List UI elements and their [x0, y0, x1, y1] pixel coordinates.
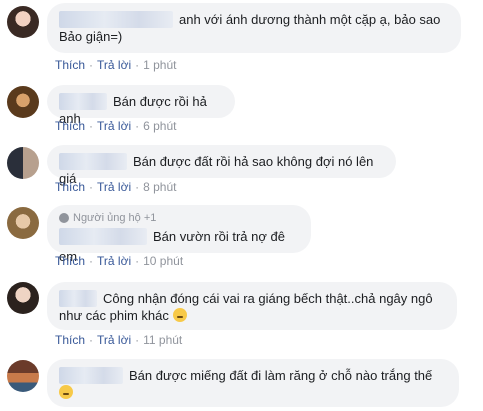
avatar[interactable] [7, 86, 39, 118]
redacted-name [59, 290, 97, 307]
supporter-label: Người ủng hộ +1 [73, 212, 157, 224]
comment-text-line2: Bảo giận=) [59, 29, 123, 44]
timestamp[interactable]: 10 phút [143, 254, 183, 268]
avatar[interactable] [7, 6, 39, 38]
reply-link[interactable]: Trả lời [97, 58, 131, 72]
comment-actions: Thích · Trả lời · 8 phút [55, 180, 177, 194]
like-link[interactable]: Thích [55, 333, 85, 347]
like-link[interactable]: Thích [55, 119, 85, 133]
redacted-name [59, 367, 123, 384]
comment-text: anh với ánh dương thành một cặp ạ, bảo s… [179, 12, 441, 27]
avatar[interactable] [7, 282, 39, 314]
supporter-badge: Người ủng hộ +1 [59, 211, 299, 225]
comment-bubble: anh với ánh dương thành một cặp ạ, bảo s… [47, 3, 461, 53]
comment-actions: Thích · Trả lời · 1 phút [55, 58, 177, 72]
sad-emoji-icon [59, 385, 73, 399]
comment-actions: Thích · Trả lời · 10 phút [55, 254, 184, 268]
reply-link[interactable]: Trả lời [97, 119, 131, 133]
comment-bubble: Công nhận đóng cái vai ra giáng bếch thậ… [47, 282, 457, 330]
comment-bubble: Bán được đất rồi hả sao không đợi nó lên… [47, 145, 396, 186]
redacted-name [59, 228, 147, 245]
like-link[interactable]: Thích [55, 58, 85, 72]
timestamp[interactable]: 1 phút [143, 58, 176, 72]
redacted-name [59, 93, 107, 110]
comment-actions: Thích · Trả lời · 6 phút [55, 119, 177, 133]
avatar[interactable] [7, 147, 39, 179]
comment-bubble: Bán được rồi hả anh [47, 85, 235, 126]
comment-bubble: Người ủng hộ +1 Bán vườn rồi trả nợ đê e… [47, 205, 311, 264]
comment-text-line2: như các phim khác [59, 308, 169, 323]
timestamp[interactable]: 6 phút [143, 119, 176, 133]
avatar[interactable] [7, 207, 39, 239]
comment-actions: Thích · Trả lời · 11 phút [55, 333, 183, 347]
reply-link[interactable]: Trả lời [97, 333, 131, 347]
laughing-emoji-icon [172, 308, 187, 322]
like-link[interactable]: Thích [55, 180, 85, 194]
comment-text: Công nhận đóng cái vai ra giáng bếch thậ… [103, 291, 433, 306]
reply-link[interactable]: Trả lời [97, 180, 131, 194]
comment-text: Bán được miếng đất đi làm răng ở chỗ nào… [129, 368, 433, 383]
comment-bubble: Bán được miếng đất đi làm răng ở chỗ nào… [47, 359, 459, 407]
timestamp[interactable]: 8 phút [143, 180, 176, 194]
redacted-name [59, 153, 127, 170]
reply-link[interactable]: Trả lời [97, 254, 131, 268]
timestamp[interactable]: 11 phút [143, 333, 182, 347]
avatar[interactable] [7, 360, 39, 392]
like-link[interactable]: Thích [55, 254, 85, 268]
redacted-name [59, 11, 173, 28]
supporter-icon [59, 213, 69, 223]
